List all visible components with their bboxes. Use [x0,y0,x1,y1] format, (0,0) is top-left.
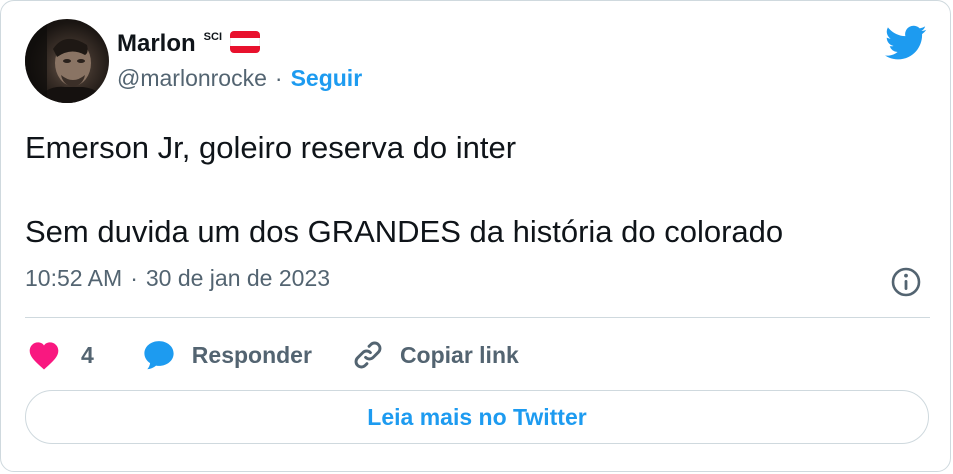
reply-button[interactable]: Responder [142,339,312,371]
action-bar: 4 Responder Copiar link [27,337,519,373]
avatar[interactable] [25,19,109,103]
speech-bubble-icon [144,341,174,370]
author-name-suffix: SCI [203,31,223,43]
red-white-red-flag-icon [230,31,261,53]
info-icon[interactable] [890,266,922,298]
handle-separator: · [274,65,283,91]
like-count: 4 [81,341,94,368]
author-handle[interactable]: @marlonrocke [117,65,267,92]
tweet-text-line: Sem duvida um dos GRANDES da história do… [25,214,784,249]
tweet-date: 30 de jan de 2023 [145,265,331,291]
twitter-bird-icon[interactable] [885,25,927,61]
author-name-row: Marlon SCI [117,25,362,63]
heart-icon [29,342,59,370]
copy-link-button[interactable]: Copiar link [352,339,519,371]
follow-button[interactable]: Seguir [291,65,363,92]
tweet-text: Emerson Jr, goleiro reserva do inter Sem… [25,127,925,253]
tweet-card: Marlon SCI @marlonrocke · Seguir Emerson… [0,0,951,472]
meta-separator: · [130,265,138,291]
author-handle-row: @marlonrocke · Seguir [117,65,362,92]
like-button[interactable]: 4 [27,340,94,370]
copy-link-label: Copiar link [399,341,519,368]
tweet-time: 10:52 AM [25,265,123,291]
reply-label: Responder [191,341,312,368]
profile-photo [25,19,105,103]
tweet-timestamp[interactable]: 10:52 AM · 30 de jan de 2023 [25,265,330,292]
read-more-label: Leia mais no Twitter [367,403,587,430]
tweet-text-line: Emerson Jr, goleiro reserva do inter [25,130,517,165]
read-more-button[interactable]: Leia mais no Twitter [25,390,929,444]
author-name[interactable]: Marlon [117,30,196,58]
divider [25,317,930,318]
author-block: Marlon SCI @marlonrocke · Seguir [117,25,362,92]
link-icon [354,341,382,369]
